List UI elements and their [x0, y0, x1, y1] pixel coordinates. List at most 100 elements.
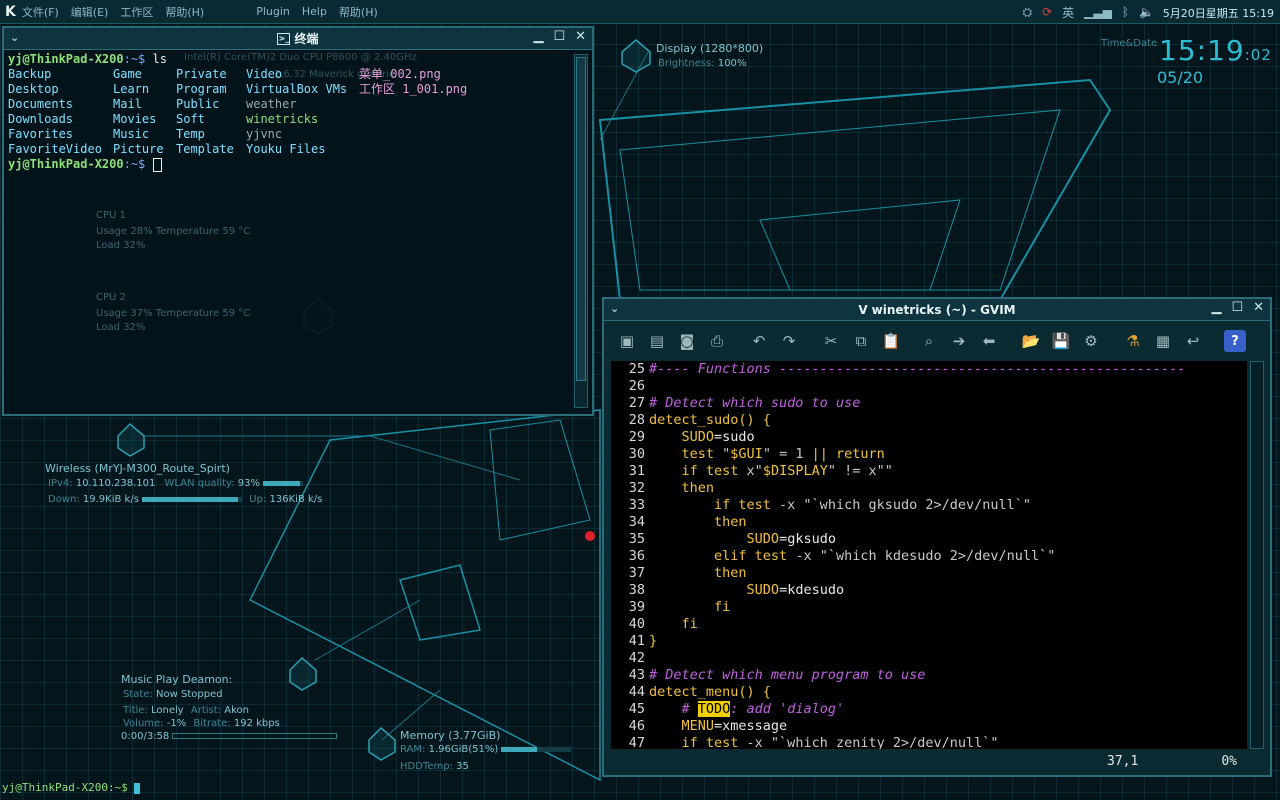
code-line[interactable]: 38 SUDO=kdesudo [611, 582, 1247, 599]
run-ctags-icon[interactable]: ⚗ [1122, 330, 1144, 352]
line-number: 43 [628, 667, 645, 683]
prompt-path: :~$ [123, 157, 146, 171]
input-method-icon[interactable]: 英 [1062, 4, 1074, 21]
scrollbar-thumb[interactable] [576, 57, 586, 381]
open-icon[interactable]: ▣ [616, 330, 638, 352]
code-line[interactable]: 30 test "$GUI" = 1 || return [611, 446, 1247, 463]
help-icon[interactable]: ? [1224, 330, 1246, 352]
code-line[interactable]: 39 fi [611, 599, 1247, 616]
paste-icon[interactable]: 📋 [880, 330, 902, 352]
copy-icon[interactable]: ⧉ [850, 330, 872, 352]
menu-plugin[interactable]: Plugin [250, 5, 296, 18]
desktop-terminal-prompt[interactable]: yj@ThinkPad-X200:~$ [2, 781, 141, 794]
window-menu-chevron-icon[interactable]: ⌄ [610, 302, 619, 315]
ip-value: 10.110.238.101 [75, 478, 156, 489]
redo-icon[interactable]: ↷ [778, 330, 800, 352]
code-text: #---- Functions ------------------------… [649, 361, 1185, 378]
code-token: -x "`which gksudo 2>/dev/null`" [779, 497, 1032, 513]
editor-scrollbar[interactable] [1250, 361, 1264, 749]
network-icon[interactable]: ⛭ [1022, 5, 1032, 20]
code-line[interactable]: 45 # TODO: add 'dialog' [611, 701, 1247, 718]
code-line[interactable]: 44 detect_menu() { [611, 684, 1247, 701]
wireless-speed-row: Down: 19.9KiB k/s Up: 136KiB k/s [48, 494, 322, 505]
code-line[interactable]: 28 detect_sudo() { [611, 412, 1247, 429]
maximize-icon[interactable]: ☐ [553, 29, 565, 44]
bluetooth-icon[interactable]: ᛒ [1122, 5, 1129, 19]
terminal-window[interactable]: ⌄ >_ 终端 ▁ ☐ ✕ CPU 1 Usage 28% Temperatur… [2, 26, 594, 416]
code-line[interactable]: 34 then [611, 514, 1247, 531]
jump-tag-icon[interactable]: ↩ [1182, 330, 1204, 352]
menu-edit[interactable]: 编辑(E) [65, 4, 115, 20]
ls-entry: yjvnc [246, 127, 283, 141]
text-cursor [134, 782, 141, 794]
signal-icon[interactable]: ▁▃▅ [1084, 5, 1112, 19]
minimize-icon[interactable]: ▁ [1211, 300, 1221, 315]
code-line[interactable]: 46 MENU=xmessage [611, 718, 1247, 735]
gvim-titlebar[interactable]: ⌄ V winetricks (~) - GVIM ▁ ☐ ✕ [604, 299, 1270, 321]
gvim-window[interactable]: ⌄ V winetricks (~) - GVIM ▁ ☐ ✕ ▣ ▤ ◙ ⎙ … [602, 297, 1272, 777]
artist-label: Artist: [190, 705, 222, 716]
save-all-icon[interactable]: ▤ [646, 330, 668, 352]
panel-clock[interactable]: 5月20日星期五 15:19 [1163, 5, 1274, 21]
code-token: =gksudo [779, 531, 836, 547]
save-session-icon[interactable]: 💾 [1050, 330, 1072, 352]
menu-help-2[interactable]: 帮助(H) [333, 4, 384, 20]
code-token: then [649, 514, 747, 530]
ls-entry: Downloads [8, 112, 74, 126]
code-line[interactable]: 47 if test -x "`which zenity 2>/dev/null… [611, 735, 1247, 749]
menu-help-en[interactable]: Help [296, 5, 333, 18]
refresh-icon[interactable]: ⟳ [1042, 5, 1052, 19]
maximize-icon[interactable]: ☐ [1231, 300, 1243, 315]
code-line[interactable]: 43 # Detect which menu program to use [611, 667, 1247, 684]
print-icon[interactable]: ⎙ [706, 330, 728, 352]
menu-workspace[interactable]: 工作区 [114, 4, 159, 20]
terminal-titlebar[interactable]: ⌄ >_ 终端 ▁ ☐ ✕ [4, 28, 592, 50]
ls-entry [359, 112, 519, 127]
code-token: then [649, 480, 715, 496]
code-line[interactable]: 40 fi [611, 616, 1247, 633]
save-icon[interactable]: ◙ [676, 330, 698, 352]
close-icon[interactable]: ✕ [1253, 300, 1264, 315]
code-line[interactable]: 31 if test x"$DISPLAY" != x"" [611, 463, 1247, 480]
down-value: 19.9KiB k/s [82, 494, 139, 505]
find-next-icon[interactable]: ➔ [948, 330, 970, 352]
code-line[interactable]: 25 #---- Functions ----------------------… [611, 361, 1247, 378]
line-number: 25 [628, 361, 645, 377]
close-icon[interactable]: ✕ [575, 29, 586, 44]
table-icon[interactable]: ▦ [1152, 330, 1174, 352]
find-prev-icon[interactable]: ⬅ [978, 330, 1000, 352]
volume-icon[interactable]: 🔈 [1139, 5, 1154, 19]
code-line[interactable]: 35 SUDO=gksudo [611, 531, 1247, 548]
code-line[interactable]: 36 elif test -x "`which kdesudo 2>/dev/n… [611, 548, 1247, 565]
window-menu-chevron-icon[interactable]: ⌄ [10, 31, 19, 44]
code-line[interactable]: 27 # Detect which sudo to use [611, 395, 1247, 412]
code-token: =kdesudo [779, 582, 845, 598]
app-menu-icon[interactable]: K [5, 4, 16, 20]
code-line[interactable]: 33 if test -x "`which gksudo 2>/dev/null… [611, 497, 1247, 514]
minimize-icon[interactable]: ▁ [533, 29, 543, 44]
load-session-icon[interactable]: 📂 [1020, 330, 1042, 352]
menu-help[interactable]: 帮助(H) [159, 4, 210, 20]
code-line[interactable]: 32 then [611, 480, 1247, 497]
code-line[interactable]: 37 then [611, 565, 1247, 582]
ls-entry: Favorites [8, 127, 74, 141]
line-number: 33 [628, 497, 645, 513]
code-line[interactable]: 29 SUDO=sudo [611, 429, 1247, 446]
run-make-icon[interactable]: ⚙ [1080, 330, 1102, 352]
code-token: SUDO [746, 531, 780, 547]
find-icon[interactable]: ⌕ [918, 330, 940, 352]
editor-buffer[interactable]: 25 #---- Functions ----------------------… [611, 361, 1247, 749]
line-number: 36 [628, 548, 645, 564]
code-text: MENU=xmessage [649, 718, 788, 735]
undo-icon[interactable]: ↶ [748, 330, 770, 352]
menu-file[interactable]: 文件(F) [16, 4, 65, 20]
terminal-output[interactable]: yj@ThinkPad-X200:~$ ls Backup Game Private… [8, 52, 572, 412]
code-line[interactable]: 26 [611, 378, 1247, 395]
terminal-scrollbar[interactable] [574, 54, 588, 408]
cut-icon[interactable]: ✂ [820, 330, 842, 352]
conky-date: 05/20 [1157, 68, 1204, 87]
code-line[interactable]: 42 [611, 650, 1247, 667]
volume-value: -1% [166, 718, 187, 729]
code-line[interactable]: 41} [611, 633, 1247, 650]
